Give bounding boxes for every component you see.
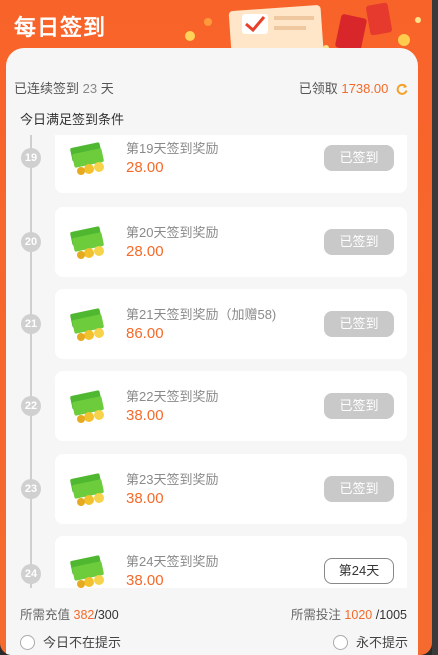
reward-row-20: 20 第20天签到奖励 28.00 已签到 (6, 207, 418, 277)
condition-text: 今日满足签到条件 (20, 112, 125, 127)
cash-coins-icon (70, 308, 104, 341)
reward-amount: 38.00 (126, 490, 164, 507)
refresh-icon[interactable] (396, 83, 408, 95)
reward-name: 第20天签到奖励 (126, 225, 219, 240)
reward-card: 第21天签到奖励（加赠58) 86.00 已签到 (55, 289, 407, 359)
cash-coins-icon (70, 473, 104, 506)
background-edge (432, 0, 438, 655)
reward-row-24: 24 第24天签到奖励 38.00 第24天 (6, 536, 418, 588)
cash-coins-icon (70, 142, 104, 175)
daily-checkin-modal: 每日签到 已连续签到 23 天 已领取 1738.00 今日满足签到条件 19 … (0, 0, 432, 655)
reward-name: 第19天签到奖励 (126, 141, 219, 156)
reward-name: 第24天签到奖励 (126, 554, 219, 569)
day-24-button[interactable]: 第24天 (324, 558, 394, 584)
radio-circle-icon[interactable] (20, 635, 35, 650)
reward-amount: 38.00 (126, 572, 164, 588)
cash-coins-icon (70, 226, 104, 259)
reward-amount: 28.00 (126, 243, 164, 260)
streak-summary: 已连续签到 23 天 (14, 78, 114, 97)
reward-amount: 28.00 (126, 159, 164, 176)
day-dot: 22 (21, 396, 41, 416)
recharge-value: 382 (73, 608, 95, 622)
signed-button[interactable]: 已签到 (324, 311, 394, 337)
day-dot: 24 (21, 564, 41, 584)
recharge-label: 所需充值 (20, 608, 71, 622)
reward-row-21: 21 第21天签到奖励（加赠58) 86.00 已签到 (6, 289, 418, 359)
bet-total: /1005 (375, 608, 407, 622)
reward-name: 第22天签到奖励 (126, 389, 219, 404)
streak-prefix: 已连续签到 (14, 81, 80, 96)
reward-row-19: 19 第19天签到奖励 28.00 已签到 (6, 135, 418, 193)
day-dot: 23 (21, 479, 41, 499)
day-dot: 21 (21, 314, 41, 334)
reward-card: 第23天签到奖励 38.00 已签到 (55, 454, 407, 524)
signed-button[interactable]: 已签到 (324, 476, 394, 502)
reward-amount: 86.00 (126, 325, 164, 342)
signed-button[interactable]: 已签到 (324, 145, 394, 171)
never-remind-option[interactable]: 永不提示 (333, 632, 408, 651)
reward-card: 第20天签到奖励 28.00 已签到 (55, 207, 407, 277)
signed-button[interactable]: 已签到 (324, 393, 394, 419)
signed-button[interactable]: 已签到 (324, 229, 394, 255)
day-dot: 19 (21, 148, 41, 168)
bet-value: 1020 (344, 608, 373, 622)
dont-remind-today-option[interactable]: 今日不在提示 (20, 632, 121, 651)
streak-days: 23 (82, 81, 98, 96)
claimed-label: 已领取 (298, 81, 338, 96)
cash-coins-icon (70, 555, 104, 588)
recharge-total: /300 (94, 608, 119, 622)
streak-unit: 天 (100, 81, 114, 96)
claimed-amount: 1738.00 (341, 81, 389, 96)
reward-card: 第24天签到奖励 38.00 第24天 (55, 536, 407, 588)
reward-card: 第19天签到奖励 28.00 已签到 (55, 135, 407, 193)
claimed-summary: 已领取 1738.00 (299, 78, 408, 97)
dont-remind-today-label: 今日不在提示 (43, 635, 122, 650)
reward-amount: 38.00 (126, 407, 164, 424)
recharge-requirement: 所需充值 382/300 (20, 604, 119, 623)
reward-name: 第21天签到奖励（加赠58) (126, 307, 277, 322)
radio-circle-icon[interactable] (333, 635, 348, 650)
bet-label: 所需投注 (290, 608, 341, 622)
modal-title: 每日签到 (14, 15, 107, 40)
never-remind-label: 永不提示 (356, 635, 409, 650)
reward-card: 第22天签到奖励 38.00 已签到 (55, 371, 407, 441)
checkin-footer: 所需充值 382/300 所需投注 1020 /1005 今日不在提示 永不提示 (6, 590, 418, 655)
cash-coins-icon (70, 390, 104, 423)
reward-row-23: 23 第23天签到奖励 38.00 已签到 (6, 454, 418, 524)
reward-name: 第23天签到奖励 (126, 472, 219, 487)
reward-list[interactable]: 19 第19天签到奖励 28.00 已签到 20 第20天签到奖励 28.00 … (6, 135, 418, 588)
bet-requirement: 所需投注 1020 /1005 (291, 604, 407, 623)
day-dot: 20 (21, 232, 41, 252)
reward-row-22: 22 第22天签到奖励 38.00 已签到 (6, 371, 418, 441)
